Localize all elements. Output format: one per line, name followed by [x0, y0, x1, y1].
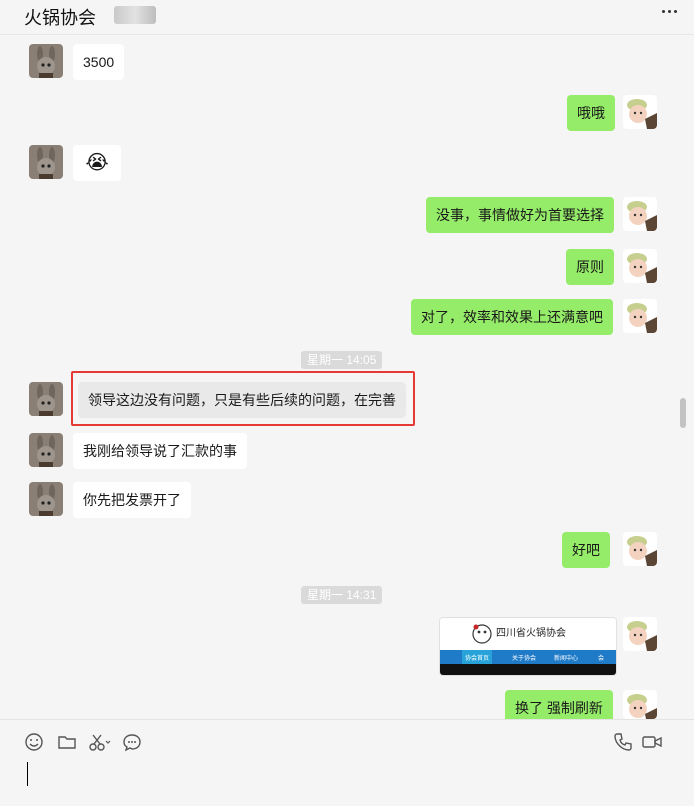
contact-avatar[interactable] [29, 382, 63, 416]
emoji-message[interactable]: 😭 [73, 145, 121, 181]
my-avatar[interactable] [623, 617, 657, 651]
message-bubble[interactable]: 对了，效率和效果上还满意吧 [411, 299, 613, 335]
image-nav-item: 关于协会 [512, 656, 537, 662]
image-brand-text: 四川省火锅协会 [496, 628, 566, 639]
message-bubble[interactable]: 哦哦 [567, 95, 615, 131]
contact-avatar[interactable] [29, 145, 63, 179]
image-nav-item: 协会首页 [464, 656, 489, 662]
highlight-box [71, 371, 415, 426]
contact-avatar[interactable] [29, 44, 63, 78]
scissors-icon[interactable] [88, 732, 112, 752]
message-composer[interactable] [0, 719, 694, 806]
chat-scrollbar[interactable] [680, 398, 686, 428]
image-nav-item: 会 [598, 656, 605, 662]
message-bubble[interactable]: 我刚给领导说了汇款的事 [73, 433, 247, 469]
chat-title: 火锅协会 [24, 8, 96, 28]
my-avatar[interactable] [623, 532, 657, 566]
redacted-title-part [114, 6, 156, 24]
image-message[interactable]: 四川省火锅协会 协会首页 关于协会 新闻中心 会 [439, 617, 617, 676]
contact-avatar[interactable] [29, 433, 63, 467]
message-bubble[interactable]: 好吧 [562, 532, 610, 568]
folder-icon[interactable] [57, 732, 77, 752]
message-bubble[interactable]: 你先把发票开了 [73, 482, 191, 518]
my-avatar[interactable] [623, 197, 657, 231]
message-bubble[interactable]: 3500 [73, 44, 125, 80]
more-dots-icon[interactable] [662, 10, 677, 26]
message-bubble[interactable]: 原则 [566, 249, 614, 285]
my-avatar[interactable] [623, 95, 657, 129]
timestamp: 星期一 14:05 [301, 351, 383, 369]
contact-avatar[interactable] [29, 482, 63, 516]
image-nav-item: 新闻中心 [554, 656, 579, 662]
chat-history-icon[interactable] [122, 732, 142, 752]
my-avatar[interactable] [623, 299, 657, 333]
video-icon[interactable] [641, 732, 663, 752]
phone-icon[interactable] [613, 732, 633, 752]
my-avatar[interactable] [623, 249, 657, 283]
timestamp: 星期一 14:31 [301, 586, 383, 604]
my-avatar[interactable] [623, 690, 657, 719]
chat-header: 火锅协会 [0, 0, 694, 35]
message-bubble[interactable]: 没事，事情做好为首要选择 [426, 197, 614, 233]
text-caret [27, 762, 28, 786]
emoji-icon[interactable] [24, 732, 44, 752]
